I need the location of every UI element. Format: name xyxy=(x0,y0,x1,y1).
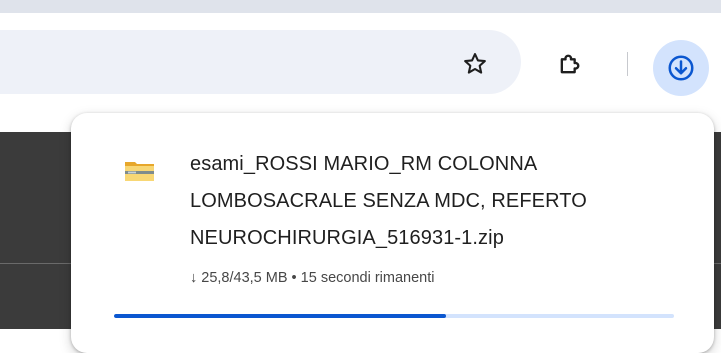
file-name-line: NEUROCHIRURGIA_516931-1.zip xyxy=(190,227,504,249)
download-file-name[interactable]: esami_ROSSI MARIO_RM COLONNA LOMBOSACRAL… xyxy=(190,146,690,257)
extensions-button[interactable] xyxy=(550,46,590,82)
download-arrow-icon xyxy=(668,55,694,81)
download-progress-bar xyxy=(114,314,674,318)
folder-zip-icon xyxy=(125,162,154,181)
star-icon xyxy=(464,53,486,74)
puzzle-piece-icon xyxy=(560,54,580,74)
bookmark-button[interactable] xyxy=(457,46,493,82)
toolbar-separator xyxy=(627,52,628,76)
download-status: ↓ 25,8/43,5 MB • 15 secondi rimanenti xyxy=(190,270,435,286)
file-name-line: esami_ROSSI MARIO_RM COLONNA xyxy=(190,153,538,175)
download-progress-fill xyxy=(114,314,447,318)
file-name-line: LOMBOSACRALE SENZA MDC, REFERTO xyxy=(190,190,587,212)
address-bar[interactable] xyxy=(0,30,521,94)
downloads-button[interactable] xyxy=(653,40,709,96)
tab-strip xyxy=(0,0,721,13)
